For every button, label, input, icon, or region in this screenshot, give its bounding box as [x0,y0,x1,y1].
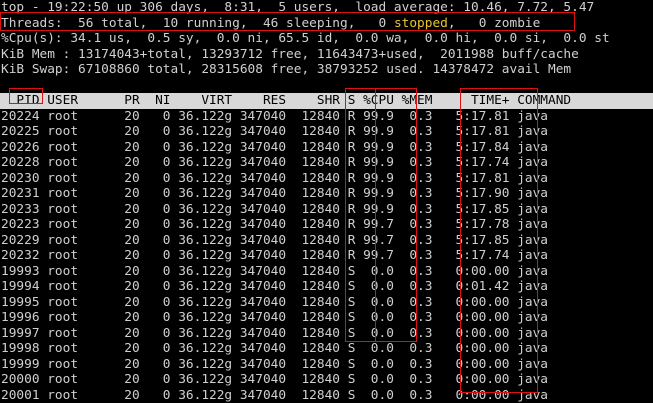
threads-counts: Threads: 56 total, 10 running, 46 sleepi… [1,15,394,31]
process-row: 19998 root 20 0 36.122g 347040 12840 S 0… [1,341,549,356]
process-row: 20232 root 20 0 36.122g 347040 12840 R 9… [1,248,549,263]
process-row: 20224 root 20 0 36.122g 347040 12840 R 9… [1,108,549,124]
process-row: 19994 root 20 0 36.122g 347040 12840 S 0… [1,279,549,294]
stopped-label: stopped [393,15,448,31]
swap-line: KiB Swap: 67108860 total, 28315608 free,… [1,62,572,77]
uptime-line: top - 19:22:50 up 306 days, 8:31, 5 user… [1,0,595,15]
process-row: 19993 root 20 0 36.122g 347040 12840 S 0… [1,263,549,279]
process-row: 20229 root 20 0 36.122g 347040 12840 R 9… [1,232,549,248]
process-row: 20233 root 20 0 36.122g 347040 12840 R 9… [1,201,549,217]
process-row: 20226 root 20 0 36.122g 347040 12840 R 9… [1,139,549,155]
threads-line: Threads: 56 total, 10 running, 46 sleepi… [0,16,653,32]
process-row: 19999 root 20 0 36.122g 347040 12840 S 0… [1,356,549,372]
cpu-line: %Cpu(s): 34.1 us, 0.5 sy, 0.0 ni, 65.5 i… [1,31,610,46]
zombie-count: , 0 zombie [447,15,541,31]
process-table-body: 20224 root 20 0 36.122g 347040 12840 R 9… [0,109,653,403]
process-row: 19997 root 20 0 36.122g 347040 12840 S 0… [1,325,549,341]
mem-line: KiB Mem : 13174043+total, 13293712 free,… [1,46,579,62]
process-row: 20225 root 20 0 36.122g 347040 12840 R 9… [1,124,549,139]
process-table-header: PID USER PR NI VIRT RES SHR S %CPU %MEM … [0,93,653,109]
process-row: 20228 root 20 0 36.122g 347040 12840 R 9… [1,155,549,170]
process-row: 20001 root 20 0 36.122g 347040 12840 S 0… [1,387,549,403]
terminal-window[interactable]: top - 19:22:50 up 306 days, 8:31, 5 user… [0,0,653,403]
process-row: 20223 root 20 0 36.122g 347040 12840 R 9… [1,217,549,232]
process-row: 20231 root 20 0 36.122g 347040 12840 R 9… [1,186,549,201]
process-row: 19996 root 20 0 36.122g 347040 12840 S 0… [1,310,549,325]
process-row: 20230 root 20 0 36.122g 347040 12840 R 9… [1,170,549,186]
process-row: 20000 root 20 0 36.122g 347040 12840 S 0… [1,372,549,387]
process-row: 19995 root 20 0 36.122g 347040 12840 S 0… [1,294,549,310]
